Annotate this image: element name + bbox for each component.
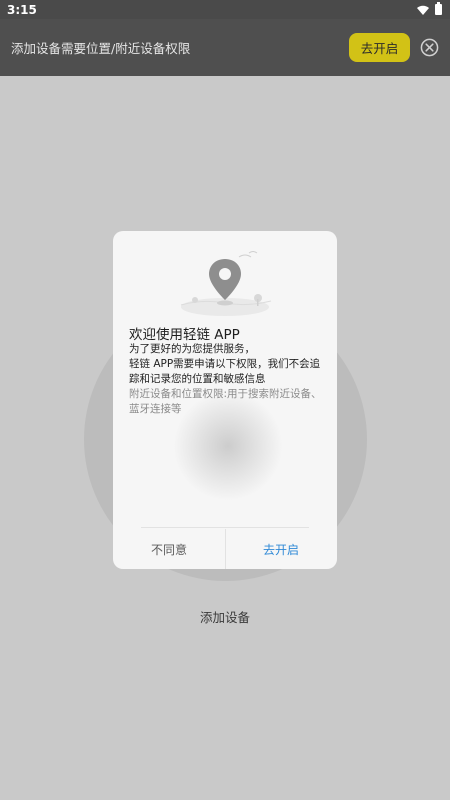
permission-message: 添加设备需要位置/附近设备权限 xyxy=(11,41,191,56)
dialog-line-2: 轻链 APP需要申请以下权限，我们不会追踪和记录您的位置和敏感信息 xyxy=(129,358,321,385)
dialog-line-3: 附近设备和位置权限:用于搜索附近设备、蓝牙连接等 xyxy=(129,388,322,415)
add-device-label: 添加设备 xyxy=(199,610,250,625)
close-icon[interactable] xyxy=(420,38,439,57)
permission-banner: 添加设备需要位置/附近设备权限 去开启 xyxy=(0,19,450,76)
status-icons xyxy=(417,2,442,15)
dialog-body: 为了更好的为您提供服务， 轻链 APP需要申请以下权限，我们不会追踪和记录您的位… xyxy=(129,342,325,417)
status-bar: 3:15 xyxy=(0,0,450,19)
disagree-button[interactable]: 不同意 xyxy=(113,529,225,569)
status-time: 3:15 xyxy=(7,2,37,17)
dialog-title: 欢迎使用轻链 APP xyxy=(129,327,240,343)
wifi-icon xyxy=(417,5,429,15)
dialog-divider xyxy=(141,527,309,528)
battery-icon xyxy=(435,2,442,15)
agree-open-button[interactable]: 去开启 xyxy=(225,529,337,569)
permission-dialog: 欢迎使用轻链 APP 为了更好的为您提供服务， 轻链 APP需要申请以下权限，我… xyxy=(113,231,337,569)
dialog-line-1: 为了更好的为您提供服务， xyxy=(129,343,255,355)
open-permission-button[interactable]: 去开启 xyxy=(349,33,410,62)
location-pin-icon xyxy=(180,251,272,316)
